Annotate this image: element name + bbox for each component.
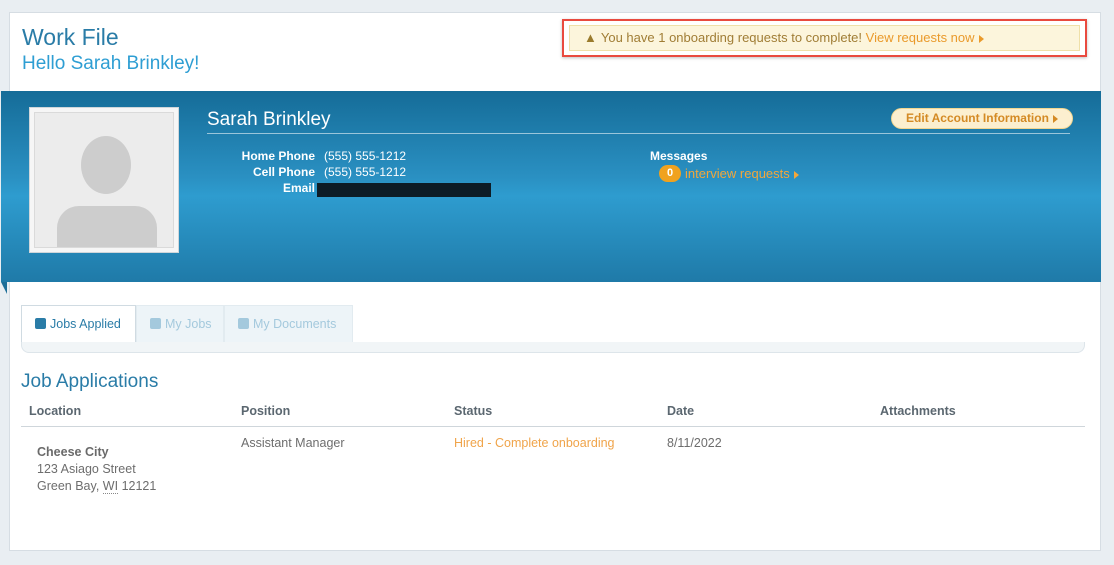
profile-banner: Sarah Brinkley Edit Account Information … xyxy=(1,91,1101,282)
profile-name: Sarah Brinkley xyxy=(207,109,331,130)
tab-my-documents[interactable]: My Documents xyxy=(224,305,353,342)
column-header-attachments: Attachments xyxy=(880,404,956,418)
position-value: Assistant Manager xyxy=(241,436,345,450)
location-street: 123 Asiago Street xyxy=(37,462,136,476)
view-requests-link[interactable]: View requests now xyxy=(866,30,984,45)
home-phone-value: (555) 555-1212 xyxy=(324,149,407,163)
interview-requests-link[interactable]: interview requests xyxy=(685,165,799,182)
square-icon xyxy=(150,318,161,329)
divider xyxy=(207,133,1070,134)
edit-account-button[interactable]: Edit Account Information xyxy=(891,108,1073,129)
page-title: Work File xyxy=(22,24,119,50)
column-header-location: Location xyxy=(29,404,82,418)
location-city: Green Bay, WI 12121 xyxy=(37,479,157,494)
date-value: 8/11/2022 xyxy=(667,436,722,450)
message-count-badge: 0 xyxy=(659,165,681,182)
email-label: Email xyxy=(282,181,315,195)
avatar xyxy=(29,107,179,253)
tab-jobs-applied[interactable]: Jobs Applied xyxy=(21,305,136,342)
onboarding-alert: ▲ You have 1 onboarding requests to compl… xyxy=(562,19,1087,57)
home-phone-label: Home Phone xyxy=(241,149,315,163)
tab-my-jobs[interactable]: My Jobs xyxy=(136,305,224,342)
tab-panel-bar xyxy=(21,342,1085,353)
email-value-redacted xyxy=(317,183,491,197)
work-file-card: Work File Hello Sarah Brinkley! ▲ You hav… xyxy=(1,12,1101,551)
location-name: Cheese City xyxy=(37,445,109,459)
section-title: Job Applications xyxy=(21,371,159,392)
status-link[interactable]: Hired - Complete onboarding xyxy=(454,436,615,450)
messages-label: Messages xyxy=(650,149,708,163)
warning-icon: ▲ xyxy=(584,30,597,45)
caret-right-icon xyxy=(793,170,799,179)
banner-ribbon-tail xyxy=(1,282,7,294)
square-icon xyxy=(238,318,249,329)
tab-strip: Jobs Applied My Jobs My Documents xyxy=(21,305,1085,357)
column-header-status: Status xyxy=(454,404,493,418)
caret-right-icon xyxy=(1052,114,1058,123)
column-header-date: Date xyxy=(667,404,695,418)
avatar-placeholder-icon xyxy=(34,112,174,248)
column-header-position: Position xyxy=(241,404,291,418)
greeting: Hello Sarah Brinkley! xyxy=(22,53,200,74)
caret-right-icon xyxy=(978,34,984,43)
table-header-divider xyxy=(21,426,1085,427)
cell-phone-label: Cell Phone xyxy=(252,165,315,179)
alert-message: You have 1 onboarding requests to comple… xyxy=(600,30,863,45)
square-icon xyxy=(35,318,46,329)
alert-box: ▲ You have 1 onboarding requests to compl… xyxy=(569,25,1080,51)
cell-phone-value: (555) 555-1212 xyxy=(324,165,407,179)
